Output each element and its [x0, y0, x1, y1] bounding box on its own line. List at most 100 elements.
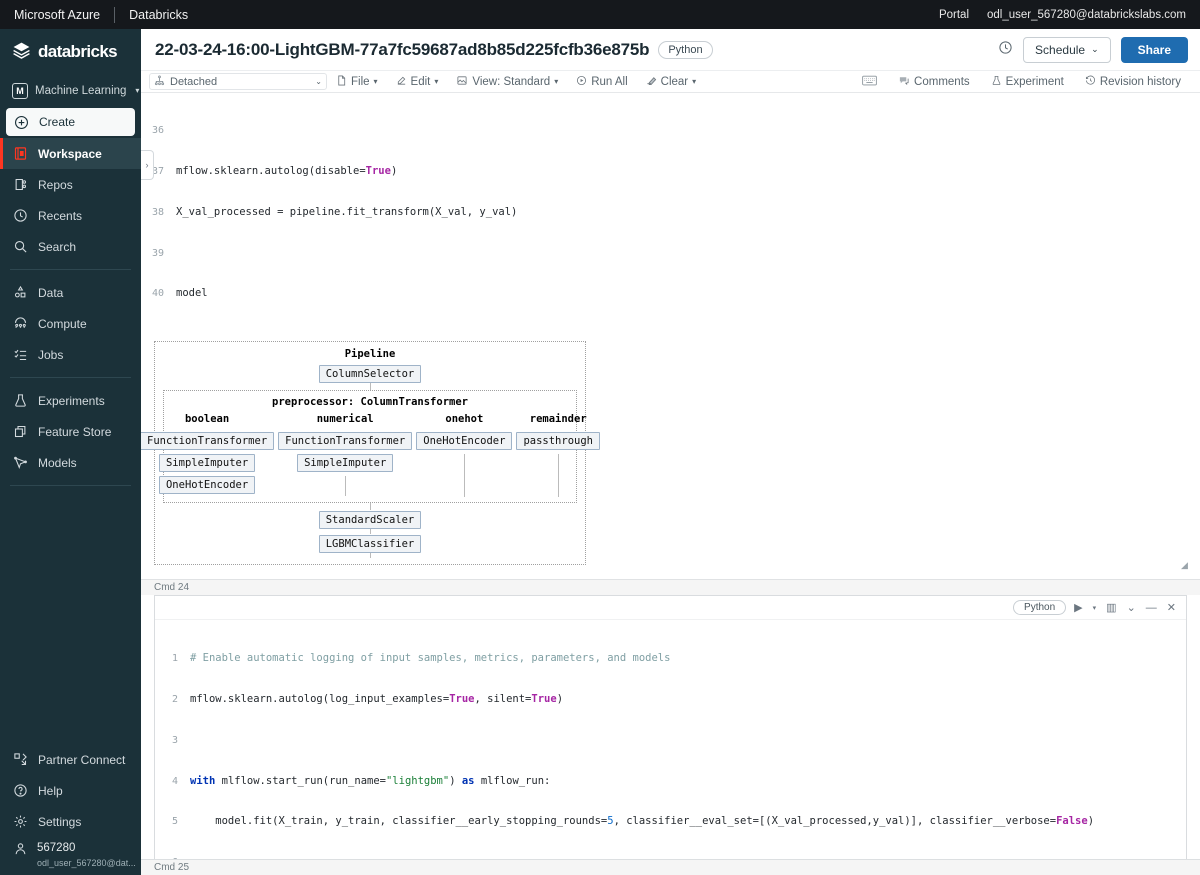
- persona-switcher[interactable]: M Machine Learning ▾: [0, 75, 141, 106]
- line-text: [171, 124, 176, 138]
- revision-history-button[interactable]: Revision history: [1076, 75, 1190, 89]
- menu-label: View: Standard: [472, 75, 551, 88]
- models-icon: [12, 454, 29, 471]
- line-number: 1: [171, 653, 178, 665]
- pipeline-node: OneHotEncoder: [158, 476, 256, 495]
- sidebar-item-label: Settings: [38, 814, 82, 829]
- caret-down-icon: ▾: [373, 77, 378, 86]
- line-number: 5: [171, 816, 178, 828]
- sidebar-item-label: Experiments: [38, 393, 105, 408]
- sidebar-item-create[interactable]: Create: [6, 108, 135, 136]
- cluster-icon: [154, 74, 165, 89]
- line-text: with mlflow.start_run(run_name="lightgbm…: [190, 774, 551, 787]
- menu-label: Clear: [660, 75, 689, 88]
- comments-button[interactable]: Comments: [889, 75, 979, 89]
- share-button[interactable]: Share: [1120, 36, 1188, 63]
- pipeline-diagram-output[interactable]: Pipeline ColumnSelector preprocessor: Co…: [141, 341, 1188, 570]
- tail-node-row: LGBMClassifier: [163, 534, 577, 554]
- chevron-right-icon: ›: [145, 160, 149, 170]
- divider: [10, 377, 131, 378]
- user-name: 567280: [37, 842, 76, 854]
- databricks-logo[interactable]: databricks: [0, 29, 141, 75]
- close-icon[interactable]: ✕: [1165, 601, 1178, 614]
- cluster-selector[interactable]: Detached ⌄: [149, 73, 327, 90]
- code-editor-23[interactable]: 36 37 mflow.sklearn.autolog(disable=True)…: [141, 93, 1200, 333]
- run-cell-icon[interactable]: ▶: [1072, 601, 1084, 614]
- azure-product-databricks[interactable]: Databricks: [129, 8, 188, 22]
- menu-clear[interactable]: Clear ▾: [637, 75, 706, 89]
- column-head: boolean: [184, 413, 230, 426]
- sidebar-item-recents[interactable]: Recents: [0, 200, 141, 231]
- sidebar-item-partner-connect[interactable]: Partner Connect: [0, 744, 141, 775]
- chevron-down-icon[interactable]: ⌄: [1125, 601, 1138, 614]
- code-line: 2 mflow.sklearn.autolog(log_input_example…: [155, 693, 1186, 707]
- notebook-language-pill[interactable]: Python: [658, 40, 713, 59]
- code-lines-24[interactable]: 1 # Enable automatic logging of input sam…: [155, 620, 1186, 875]
- sidebar-item-workspace[interactable]: Workspace: [0, 138, 141, 169]
- line-number: 36: [151, 125, 164, 137]
- pipeline-node: SimpleImputer: [158, 454, 256, 473]
- sidebar-item-data[interactable]: Data: [0, 277, 141, 308]
- chart-icon[interactable]: ▥: [1104, 601, 1118, 614]
- azure-brand[interactable]: Microsoft Azure: [14, 8, 100, 22]
- sidebar-item-search[interactable]: Search: [0, 231, 141, 262]
- sidebar-item-models[interactable]: Models: [0, 447, 141, 478]
- menu-edit[interactable]: Edit ▾: [387, 75, 448, 89]
- clock-history-icon[interactable]: [998, 40, 1013, 60]
- caret-down-icon[interactable]: ▾: [1091, 604, 1099, 612]
- resize-grip-icon[interactable]: ◢: [1181, 561, 1189, 570]
- connector-line: [344, 476, 346, 497]
- schedule-button[interactable]: Schedule ⌄: [1023, 36, 1111, 63]
- sidebar-item-compute[interactable]: Compute: [0, 308, 141, 339]
- notebook-cell-23[interactable]: 36 37 mflow.sklearn.autolog(disable=True)…: [141, 93, 1200, 570]
- user-email: odl_user_567280@dat...: [37, 858, 136, 868]
- toolbar-right-label: Comments: [914, 75, 970, 88]
- sidebar-item-feature-store[interactable]: Feature Store: [0, 416, 141, 447]
- code-line: 36: [141, 124, 1200, 138]
- sidebar-user-block[interactable]: 567280 odl_user_567280@dat...: [0, 837, 141, 875]
- preprocessor-column-numerical: numerical FunctionTransformer SimpleImpu…: [278, 413, 413, 497]
- sidebar-item-label: Jobs: [38, 347, 64, 362]
- sidebar-item-settings[interactable]: Settings: [0, 806, 141, 837]
- connector-line: [557, 454, 559, 498]
- code-line: 37 mflow.sklearn.autolog(disable=True): [141, 165, 1200, 179]
- connector-line: [369, 503, 371, 511]
- workspace-icon: [12, 145, 29, 162]
- azure-brand-group: Microsoft Azure Databricks: [0, 6, 188, 23]
- menu-file[interactable]: File ▾: [327, 75, 387, 89]
- avatar: [12, 840, 29, 857]
- portal-link[interactable]: Portal: [939, 9, 969, 21]
- preprocessor-column-boolean: boolean FunctionTransformer SimpleImpute…: [141, 413, 275, 495]
- sidebar-collapse-toggle[interactable]: ›: [141, 150, 154, 180]
- feature-store-icon: [12, 423, 29, 440]
- pipeline-node: FunctionTransformer: [278, 432, 413, 451]
- experiment-button[interactable]: Experiment: [982, 75, 1073, 89]
- sidebar-item-jobs[interactable]: Jobs: [0, 339, 141, 370]
- view-icon: [456, 75, 468, 89]
- data-icon: [12, 284, 29, 301]
- notebook-cell-24[interactable]: Python ▶ ▾ ▥ ⌄ — ✕ 1 # Enable automatic l…: [154, 595, 1187, 875]
- cell-language-pill[interactable]: Python: [1013, 600, 1067, 616]
- notebook-title[interactable]: 22-03-24-16:00-LightGBM-77a7fc59687ad8b8…: [141, 40, 650, 60]
- keyboard-icon: [862, 75, 877, 89]
- minimize-icon[interactable]: —: [1144, 602, 1159, 614]
- menu-view[interactable]: View: Standard ▾: [447, 75, 567, 89]
- menu-label: Edit: [410, 75, 431, 88]
- help-circle-icon: [12, 782, 29, 799]
- sidebar-item-label: Repos: [38, 177, 73, 192]
- notebook-body[interactable]: 36 37 mflow.sklearn.autolog(disable=True)…: [141, 93, 1200, 875]
- jobs-icon: [12, 346, 29, 363]
- run-all-button[interactable]: Run All: [567, 75, 636, 89]
- code-line: 4 with mlflow.start_run(run_name="lightgb…: [155, 775, 1186, 789]
- sidebar-item-experiments[interactable]: Experiments: [0, 385, 141, 416]
- sidebar-item-help[interactable]: Help: [0, 775, 141, 806]
- line-number: 4: [171, 775, 178, 787]
- pipeline-node: passthrough: [516, 432, 600, 451]
- flask-icon: [991, 75, 1002, 89]
- column-head: remainder: [529, 413, 587, 426]
- sidebar-item-label: Workspace: [38, 146, 102, 161]
- sidebar-item-repos[interactable]: Repos: [0, 169, 141, 200]
- pipeline-node: FunctionTransformer: [141, 432, 275, 451]
- account-email[interactable]: odl_user_567280@databrickslabs.com: [987, 9, 1186, 21]
- keyboard-shortcuts-button[interactable]: [853, 75, 886, 89]
